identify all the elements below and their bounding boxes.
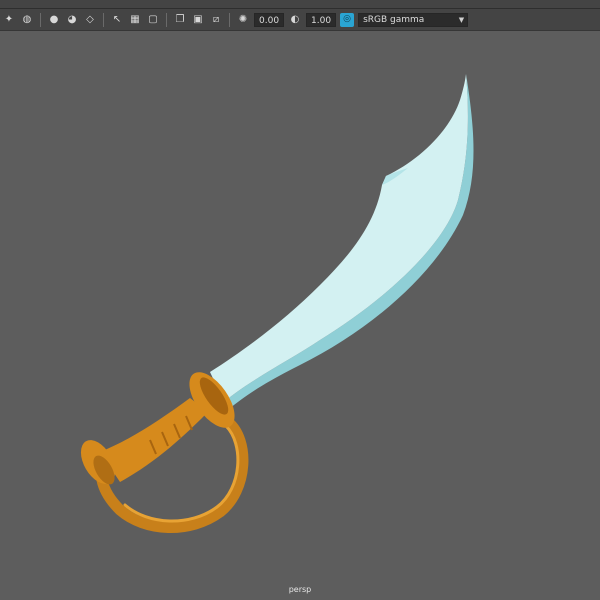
toolbar-separator — [229, 12, 230, 27]
viewport-toolbar: ✦ ◍ ● ◕ ◇ ↖ ▦ ▢ ❐ ▣ ⧄ ✺ 0.00 ◐ 1.00 ◎ sR… — [0, 9, 600, 31]
frame-icon[interactable]: ▢ — [146, 13, 160, 27]
color-management-icon[interactable]: ◎ — [340, 12, 355, 27]
toolbar-separator — [166, 12, 167, 27]
exposure-icon[interactable]: ✺ — [236, 13, 250, 27]
color-space-dropdown[interactable]: sRGB gamma ▼ — [358, 12, 469, 27]
menu-strip — [0, 0, 600, 9]
toolbar-separator — [103, 12, 104, 27]
grip — [100, 398, 208, 482]
chevron-down-icon: ▼ — [458, 15, 465, 24]
gamma-icon[interactable]: ◐ — [288, 13, 302, 27]
color-space-label: sRGB gamma — [363, 14, 425, 25]
select-cursor-icon[interactable]: ↖ — [110, 13, 124, 27]
gamma-field[interactable]: 1.00 — [306, 12, 337, 27]
shaded-sphere-icon[interactable]: ● — [47, 13, 61, 27]
exposure-field[interactable]: 0.00 — [254, 12, 285, 27]
isolate-select-icon[interactable]: ❐ — [173, 13, 187, 27]
toolbar-separator — [40, 12, 41, 27]
textured-sphere-icon[interactable]: ◕ — [65, 13, 79, 27]
3d-viewport[interactable]: persp — [0, 31, 600, 600]
camera-attributes-icon[interactable]: ◍ — [20, 13, 34, 27]
camera-label: persp — [288, 585, 312, 594]
backface-icon[interactable]: ⧄ — [209, 13, 223, 27]
sword-model — [80, 74, 474, 533]
grid-icon[interactable]: ▦ — [128, 13, 142, 27]
light-icon[interactable]: ✦ — [2, 13, 16, 27]
xray-icon[interactable]: ▣ — [191, 13, 205, 27]
wireframe-icon[interactable]: ◇ — [83, 13, 97, 27]
blade-face — [210, 74, 468, 402]
